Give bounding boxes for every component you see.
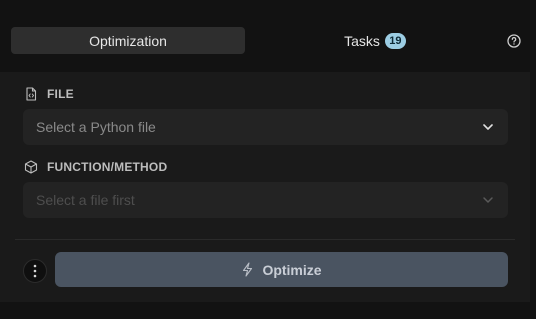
more-options-button[interactable] xyxy=(23,259,47,283)
tab-bar: Optimization Tasks 19 xyxy=(0,22,536,58)
tab-optimization[interactable]: Optimization xyxy=(11,27,245,54)
file-select[interactable]: Select a Python file xyxy=(23,109,508,145)
file-select-placeholder: Select a Python file xyxy=(36,119,156,135)
help-button[interactable] xyxy=(506,33,521,48)
tab-optimization-label: Optimization xyxy=(89,32,167,49)
tasks-count-badge: 19 xyxy=(384,32,406,49)
help-circle-icon xyxy=(506,33,521,48)
divider xyxy=(15,239,515,240)
optimize-button[interactable]: Optimize xyxy=(55,252,508,287)
function-section-label: FUNCTION/METHOD xyxy=(24,159,167,175)
file-label: FILE xyxy=(47,87,74,101)
function-select-placeholder: Select a file first xyxy=(36,192,135,208)
chevron-down-icon xyxy=(482,194,494,206)
chevron-down-icon xyxy=(482,121,494,133)
optimize-label: Optimize xyxy=(262,261,322,278)
tab-tasks-label: Tasks xyxy=(344,32,380,49)
optimization-panel: FILE Select a Python file FUNCTION/METHO… xyxy=(0,72,530,302)
file-code-icon xyxy=(24,87,38,101)
function-label: FUNCTION/METHOD xyxy=(47,160,168,174)
file-section-label: FILE xyxy=(24,86,74,102)
function-select: Select a file first xyxy=(23,182,508,218)
cube-icon xyxy=(24,160,38,174)
vertical-dots-icon xyxy=(33,264,37,278)
tab-tasks[interactable]: Tasks 19 xyxy=(290,27,460,54)
lightning-icon xyxy=(241,262,254,277)
